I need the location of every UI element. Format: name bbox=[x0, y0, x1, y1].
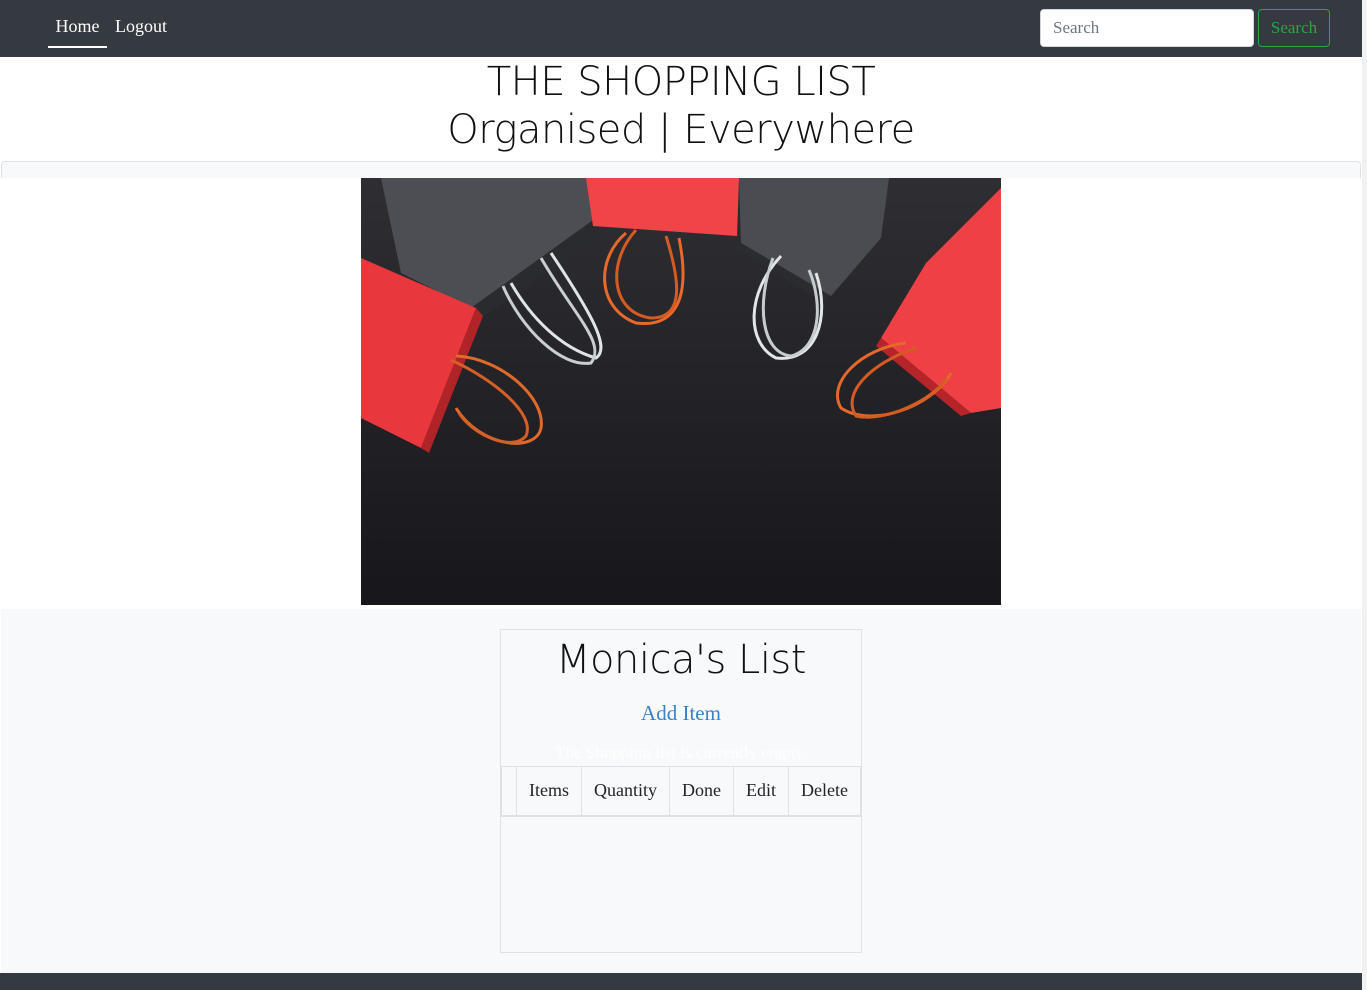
table-header-row: Items Quantity Done Edit Delete bbox=[500, 766, 861, 817]
column-header-items: Items bbox=[516, 766, 583, 817]
page-header: THE SHOPPING LIST Organised | Everywhere bbox=[0, 57, 1362, 162]
nav-logout-link[interactable]: Logout bbox=[115, 8, 167, 48]
scrollbar[interactable] bbox=[1362, 0, 1367, 990]
page-tagline: Organised | Everywhere bbox=[447, 107, 915, 153]
search-button[interactable]: Search bbox=[1258, 9, 1330, 47]
column-header-delete: Delete bbox=[788, 766, 861, 817]
column-header-quantity: Quantity bbox=[581, 766, 671, 817]
top-navbar: Home Logout Search bbox=[0, 0, 1362, 57]
column-header-done: Done bbox=[669, 766, 735, 817]
items-table: Items Quantity Done Edit Delete bbox=[500, 766, 861, 817]
nav-home-link[interactable]: Home bbox=[48, 8, 107, 48]
page-footer bbox=[0, 973, 1362, 990]
add-item-link[interactable]: Add Item bbox=[501, 698, 861, 728]
shopping-list-card: Monica's List Add Item The Shopping list… bbox=[500, 629, 862, 953]
list-title: Monica's List bbox=[556, 637, 806, 683]
empty-list-message: The Shopping list is currently empty. bbox=[555, 743, 807, 762]
column-header-edit: Edit bbox=[733, 766, 790, 817]
shopping-bags-image bbox=[361, 178, 1001, 605]
column-header-blank bbox=[500, 766, 518, 817]
page-title: THE SHOPPING LIST bbox=[486, 59, 876, 105]
search-input[interactable] bbox=[1040, 9, 1254, 47]
